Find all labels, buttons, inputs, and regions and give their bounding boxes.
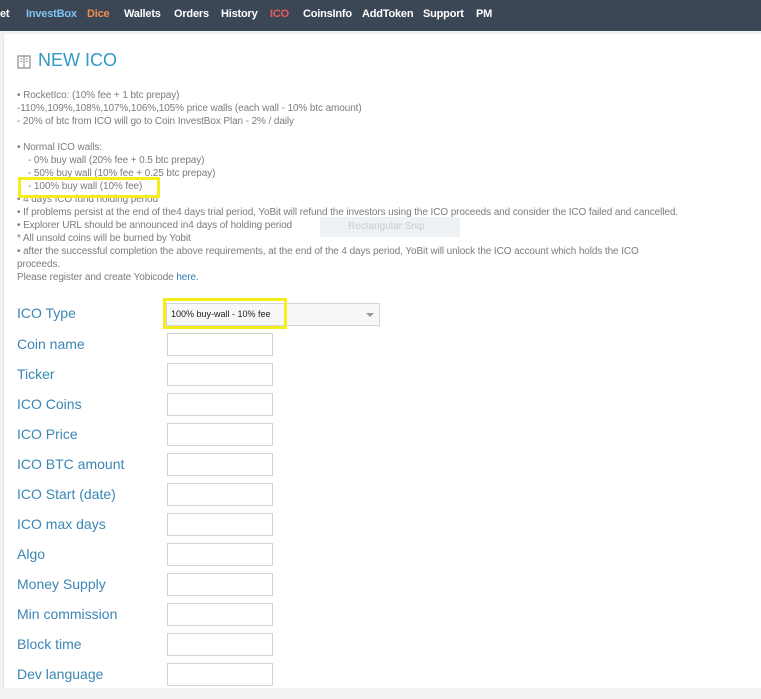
info-line: -110%,109%,108%,107%,106%,105% price wal… [17,103,362,114]
coin-name-label: Coin name [17,336,85,352]
nav-item-ico[interactable]: ICO [270,8,289,20]
ticker-label: Ticker [17,366,55,382]
block-time-label: Block time [17,636,82,652]
dev-language-input[interactable] [167,663,273,686]
ico-btc-amount-label: ICO BTC amount [17,456,125,472]
ico-type-label: ICO Type [17,305,76,321]
ico-btc-amount-input[interactable] [167,453,273,476]
ico-max-days-label: ICO max days [17,516,106,532]
nav-item-dice[interactable]: Dice [87,8,110,20]
highlight-box [163,298,287,329]
algo-label: Algo [17,546,46,562]
block-time-input[interactable] [167,633,273,656]
highlight-box [18,177,160,198]
money-supply-input[interactable] [167,573,273,596]
top-navigation: et InvestBox Dice Wallets Orders History… [0,0,761,31]
info-line: • If problems persist at the end of the4… [17,207,678,218]
book-icon [17,55,31,69]
rectangular-snip-overlay: Rectangular Snip [320,217,460,237]
nav-item-investbox[interactable]: InvestBox [26,8,77,20]
nav-item-pm[interactable]: PM [476,8,492,20]
ico-price-input[interactable] [167,423,273,446]
algo-input[interactable] [167,543,273,566]
info-line: - 0% buy wall (20% fee + 0.5 btc prepay) [28,155,205,166]
coin-name-input[interactable] [167,333,273,356]
min-commission-input[interactable] [167,603,273,626]
main-panel [3,34,761,688]
ico-start-date-input[interactable] [167,483,273,506]
nav-item-coinsinfo[interactable]: CoinsInfo [303,8,352,20]
register-line: Please register and create Yobicode here… [17,272,199,283]
info-line: • RocketIco: (10% fee + 1 btc prepay) [17,90,180,101]
ico-price-label: ICO Price [17,426,78,442]
info-line: * All unsold coins will be burned by Yob… [17,233,191,244]
chevron-down-icon [366,313,374,317]
min-commission-label: Min commission [17,606,118,622]
ico-coins-input[interactable] [167,393,273,416]
nav-item-support[interactable]: Support [423,8,464,20]
money-supply-label: Money Supply [17,576,106,592]
register-text: Please register and create Yobicode [17,272,174,283]
dev-language-label: Dev language [17,666,104,682]
info-line: - 20% of btc from ICO will go to Coin In… [17,116,294,127]
yobicode-link[interactable]: here. [176,272,198,283]
nav-item-history[interactable]: History [221,8,258,20]
info-line: proceeds. [17,259,61,270]
nav-item-addtoken[interactable]: AddToken [362,8,414,20]
ico-coins-label: ICO Coins [17,396,82,412]
nav-item-orders[interactable]: Orders [174,8,209,20]
ico-start-date-label: ICO Start (date) [17,486,116,502]
ticker-input[interactable] [167,363,273,386]
info-line: • after the successful completion the ab… [17,246,639,257]
nav-item-market[interactable]: et [0,8,10,20]
ico-max-days-input[interactable] [167,513,273,536]
nav-item-wallets[interactable]: Wallets [124,8,161,20]
page-title: NEW ICO [38,50,117,70]
info-line: • Normal ICO walls: [17,142,102,153]
info-line: • Explorer URL should be announced in4 d… [17,220,292,231]
